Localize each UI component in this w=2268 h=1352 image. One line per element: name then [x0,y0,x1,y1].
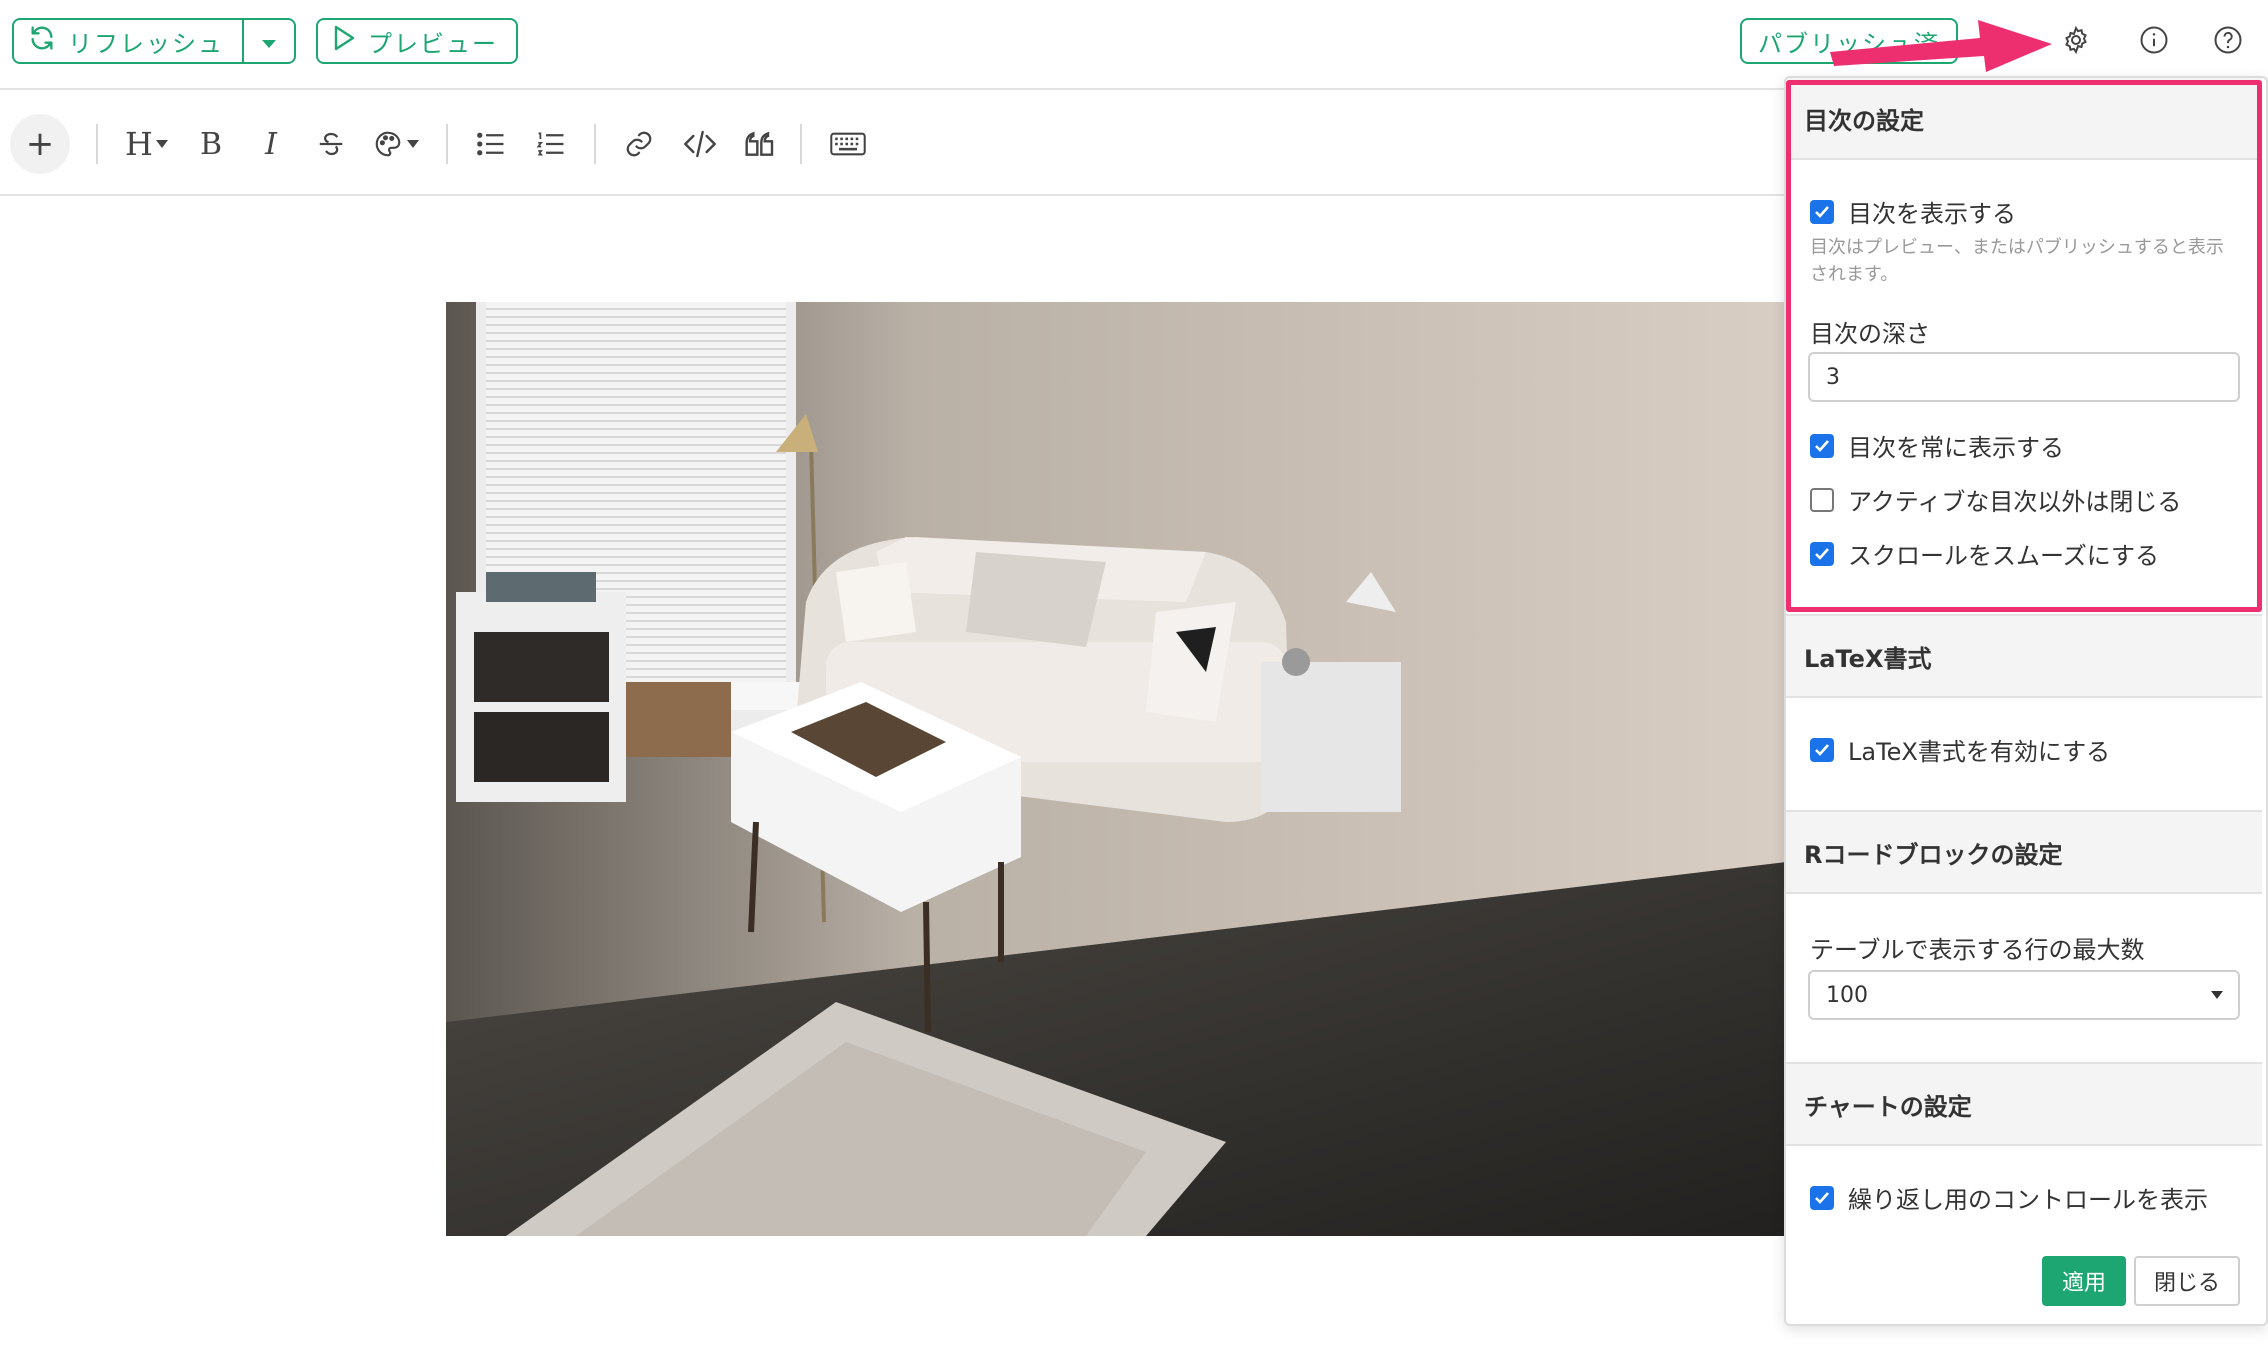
caret-down-icon [2211,991,2223,999]
heading-icon: H [125,125,153,163]
check-icon [1815,547,1829,560]
apply-button[interactable]: 適用 [2042,1256,2126,1306]
always-show-toc-checkbox[interactable] [1810,433,1834,458]
help-icon [2213,25,2243,59]
refresh-dropdown-toggle[interactable] [244,27,294,55]
smooth-scroll-checkbox[interactable] [1810,541,1834,566]
code-button[interactable] [682,122,718,166]
bullet-list-button[interactable] [474,122,508,166]
latex-enable-label: LaTeX書式を有効にする [1848,738,2111,766]
check-icon [1815,1191,1829,1204]
info-button[interactable] [2136,24,2172,60]
show-toc-checkbox-row[interactable]: 目次を表示する [1810,194,2016,229]
check-icon [1815,439,1829,452]
heading-button[interactable]: H [122,122,172,166]
code-icon [684,130,716,158]
link-icon [626,131,652,157]
caret-down-icon [407,140,419,148]
show-toc-label: 目次を表示する [1848,200,2016,228]
help-button[interactable] [2210,24,2246,60]
toc-hint-text: 目次はプレビュー、またはパブリッシュすると表示されます。 [1810,237,2224,285]
numbered-list-icon [536,132,564,156]
latex-enable-checkbox[interactable] [1810,737,1834,762]
rcode-section-header: Rコードブロックの設定 [1786,810,2262,894]
settings-button[interactable] [2058,24,2094,60]
latex-section-header: LaTeX書式 [1786,614,2262,698]
bullet-list-icon [477,132,504,156]
check-icon [1815,743,1829,756]
palette-icon [375,131,401,157]
latex-enable-checkbox-row[interactable]: LaTeX書式を有効にする [1810,732,2110,767]
gear-icon [2061,25,2091,59]
repeat-controls-checkbox-row[interactable]: 繰り返し用のコントロールを表示 [1810,1180,2208,1215]
italic-button[interactable]: I [256,122,286,166]
toc-depth-value: 3 [1826,364,1840,390]
annotation-arrow-icon [1830,20,2052,72]
quote-icon [745,131,774,156]
link-button[interactable] [622,122,656,166]
collapse-inactive-checkbox[interactable] [1810,487,1834,512]
keyboard-icon [830,132,866,156]
add-block-button[interactable]: + [10,114,70,174]
toc-depth-input[interactable]: 3 [1808,352,2240,402]
always-show-toc-checkbox-row[interactable]: 目次を常に表示する [1810,428,2064,463]
preview-button[interactable]: プレビュー [316,18,518,64]
refresh-button[interactable]: リフレッシュ [14,20,244,62]
strikethrough-icon [319,132,343,156]
max-rows-value: 100 [1826,982,1868,1008]
toolbar-divider [594,124,596,164]
max-rows-select[interactable]: 100 [1808,970,2240,1020]
toolbar-divider [96,124,98,164]
close-button[interactable]: 閉じる [2134,1256,2240,1306]
keyboard-shortcuts-button[interactable] [828,122,868,166]
toc-depth-label: 目次の深さ [1810,320,1930,348]
always-show-toc-label: 目次を常に表示する [1848,434,2064,462]
color-palette-button[interactable] [370,122,422,166]
bold-button[interactable]: B [196,122,226,166]
repeat-controls-checkbox[interactable] [1810,1185,1834,1210]
preview-label: プレビュー [368,29,498,58]
settings-panel: 目次の設定 目次を表示する 目次はプレビュー、またはパブリッシュすると表示されま… [1784,76,2268,1326]
collapse-inactive-checkbox-row[interactable]: アクティブな目次以外は閉じる [1810,482,2181,517]
refresh-icon [28,24,56,58]
max-rows-label: テーブルで表示する行の最大数 [1810,936,2145,964]
caret-down-icon [155,140,168,148]
refresh-button-group: リフレッシュ [12,18,296,64]
strikethrough-button[interactable] [314,122,348,166]
caret-down-icon [261,27,277,55]
living-room-photo [446,302,1786,1236]
numbered-list-button[interactable] [534,122,568,166]
play-icon [332,25,356,57]
toc-section-header: 目次の設定 [1786,78,2262,160]
check-icon [1815,205,1829,218]
info-icon [2139,25,2169,59]
show-toc-checkbox[interactable] [1810,199,1834,224]
italic-icon: I [265,126,277,162]
toolbar-divider [446,124,448,164]
collapse-inactive-label: アクティブな目次以外は閉じる [1848,488,2182,516]
smooth-scroll-label: スクロールをスムーズにする [1848,542,2160,570]
toolbar-divider [800,124,802,164]
chart-section-header: チャートの設定 [1786,1062,2262,1146]
repeat-controls-label: 繰り返し用のコントロールを表示 [1848,1186,2208,1214]
bold-icon: B [199,126,223,162]
quote-button[interactable] [742,122,778,166]
smooth-scroll-checkbox-row[interactable]: スクロールをスムーズにする [1810,536,2159,571]
refresh-label: リフレッシュ [68,29,224,58]
